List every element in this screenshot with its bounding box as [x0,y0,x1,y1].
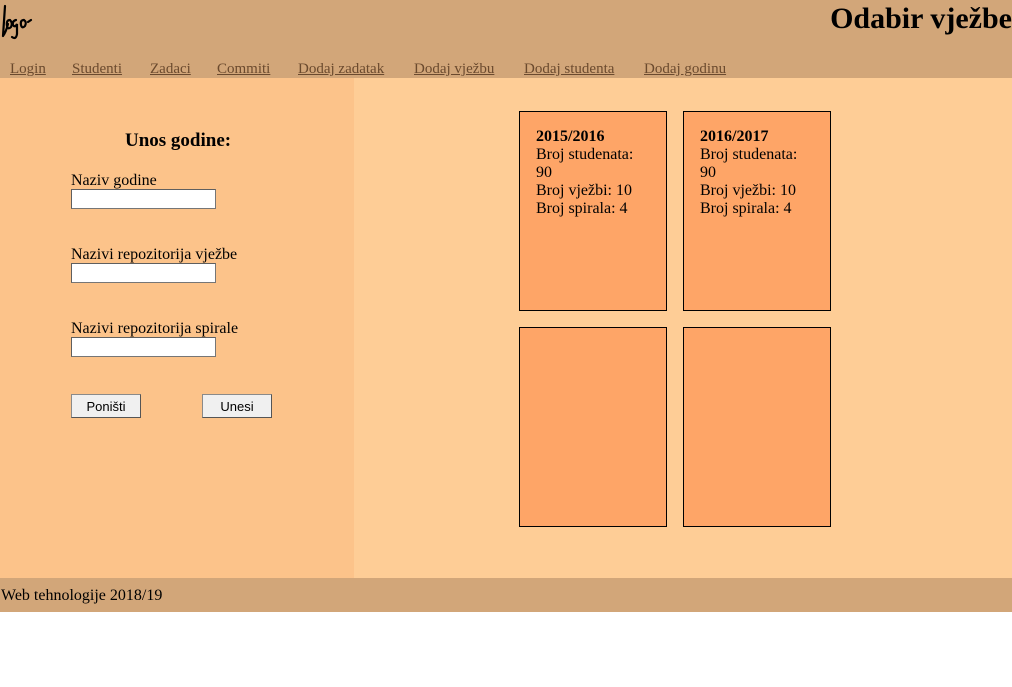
year-card[interactable]: 2015/2016 Broj studenata: 90 Broj vježbi… [519,111,667,311]
nav-link-dodaj-vjezbu[interactable]: Dodaj vježbu [414,61,494,78]
nav-link-zadaci[interactable]: Zadaci [150,61,191,78]
year-card-spirals: Broj spirala: 4 [536,200,628,217]
page-title: Odabir vježbe [830,2,1012,35]
empty-year-card [683,327,831,527]
footer-text: Web tehnologije 2018/19 [1,587,163,604]
spiral-repos-label: Nazivi repozitorija spirale [71,320,239,337]
nav-link-login[interactable]: Login [10,61,46,78]
years-panel: 2015/2016 Broj studenata: 90 Broj vježbi… [354,78,1012,578]
year-card-name: 2015/2016 [536,128,605,145]
page-footer: Web tehnologije 2018/19 [0,578,1012,612]
year-card-students: Broj studenata: 90 [700,146,798,181]
year-name-label: Naziv godine [71,172,157,189]
year-card[interactable]: 2016/2017 Broj studenata: 90 Broj vježbi… [683,111,831,311]
nav-link-commiti[interactable]: Commiti [217,61,270,78]
year-form-panel: Unos godine: Naziv godine Nazivi repozit… [0,78,354,578]
year-card-students: Broj studenata: 90 [536,146,634,181]
exercise-repos-label: Nazivi repozitorija vježbe [71,246,238,263]
year-name-input[interactable] [71,189,216,209]
page-header: Odabir vježbe Login Studenti Zadaci Comm… [0,0,1012,78]
spiral-repos-input[interactable] [71,337,216,357]
nav-link-dodaj-studenta[interactable]: Dodaj studenta [524,61,614,78]
nav-link-dodaj-zadatak[interactable]: Dodaj zadatak [298,61,384,78]
year-card-exercises: Broj vježbi: 10 [536,182,632,199]
form-title: Unos godine: [125,130,232,151]
submit-button[interactable]: Unesi [202,394,272,418]
exercise-repos-input[interactable] [71,263,216,283]
logo-image [1,4,33,40]
nav-link-dodaj-godinu[interactable]: Dodaj godinu [644,61,726,78]
year-card-exercises: Broj vježbi: 10 [700,182,796,199]
empty-year-card [519,327,667,527]
nav-link-studenti[interactable]: Studenti [72,61,122,78]
year-card-spirals: Broj spirala: 4 [700,200,792,217]
year-card-name: 2016/2017 [700,128,769,145]
reset-button[interactable]: Poništi [71,394,141,418]
